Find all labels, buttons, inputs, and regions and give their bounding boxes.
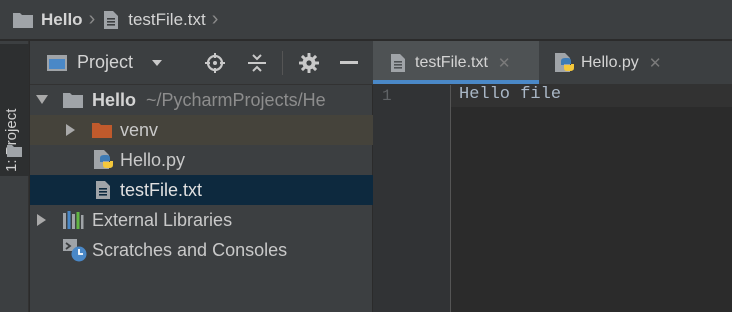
crosshair-icon [205, 53, 225, 73]
tree-item-hello-py[interactable]: Hello.py [30, 145, 373, 175]
breadcrumb-label: Hello [41, 9, 83, 29]
folder-orange-icon [92, 123, 112, 138]
text-file-icon [104, 10, 119, 29]
project-view-icon [47, 54, 67, 71]
tree-root-hello[interactable]: Hello ~/PycharmProjects/He [30, 85, 373, 115]
tree-item-label: venv [120, 119, 159, 140]
folder-icon [63, 93, 83, 108]
root-label: Hello [92, 89, 137, 110]
scratches-icon [63, 239, 87, 262]
close-icon[interactable]: ✕ [498, 54, 511, 72]
breadcrumb-item-hello[interactable]: Hello [12, 10, 83, 30]
navigation-bar: Hello › testFile.txt › [0, 0, 732, 40]
minimize-icon [340, 61, 358, 64]
project-panel-header: Project [30, 41, 373, 85]
tab-hello-py[interactable]: Hello.py ✕ [539, 41, 689, 84]
folder-icon [7, 145, 22, 157]
line-number-gutter: 1 [373, 85, 451, 312]
project-tab-label: 1: Project [3, 108, 20, 172]
tree-item-label: Hello.py [120, 149, 186, 170]
view-mode-selector[interactable]: Project [46, 52, 163, 73]
view-mode-label: Project [77, 52, 134, 72]
locate-file-button[interactable] [202, 41, 228, 85]
dropdown-arrow-icon [152, 59, 163, 66]
breadcrumb-label: testFile.txt [128, 9, 206, 29]
expanded-arrow-icon[interactable] [36, 95, 48, 105]
tree-item-external-libraries[interactable]: External Libraries [30, 205, 373, 235]
chevron-right-icon: › [211, 8, 219, 30]
close-icon[interactable]: ✕ [649, 54, 662, 72]
project-tree: Hello ~/PycharmProjects/He venv Hello.py… [30, 85, 373, 312]
toolbar-divider [282, 51, 283, 75]
gear-icon [299, 53, 319, 73]
tree-item-label: testFile.txt [120, 179, 203, 200]
root-path: ~/PycharmProjects/He [146, 89, 326, 110]
hide-panel-button[interactable] [336, 41, 362, 85]
tree-item-venv[interactable]: venv [30, 115, 373, 145]
python-file-icon [555, 52, 574, 72]
tree-item-label: External Libraries [92, 209, 233, 230]
line-number: 1 [382, 87, 392, 105]
text-file-icon [96, 181, 110, 199]
folder-icon [13, 12, 33, 28]
editor-tab-bar: testFile.txt ✕ Hello.py ✕ [373, 41, 732, 85]
tree-item-testfile[interactable]: testFile.txt [30, 175, 373, 205]
collapsed-arrow-icon[interactable] [37, 214, 47, 226]
breadcrumb-item-testfile[interactable]: testFile.txt [103, 9, 206, 30]
tree-item-label: Scratches and Consoles [92, 239, 288, 260]
collapse-all-icon [248, 54, 266, 72]
settings-button[interactable] [296, 41, 322, 85]
text-file-icon [391, 53, 405, 72]
collapse-all-button[interactable] [244, 41, 270, 85]
libraries-icon [63, 211, 84, 229]
tab-testfile[interactable]: testFile.txt ✕ [373, 41, 539, 84]
chevron-right-icon: › [88, 8, 96, 30]
collapsed-arrow-icon[interactable] [66, 124, 76, 136]
tree-item-scratches[interactable]: Scratches and Consoles [30, 235, 373, 265]
tab-label: testFile.txt [415, 53, 488, 71]
project-tool-window-tab[interactable]: 1: Project [0, 44, 29, 176]
tab-label: Hello.py [581, 53, 639, 71]
editor-text[interactable]: Hello file [459, 85, 561, 105]
active-tab-indicator [373, 80, 539, 84]
python-file-icon [94, 150, 113, 169]
